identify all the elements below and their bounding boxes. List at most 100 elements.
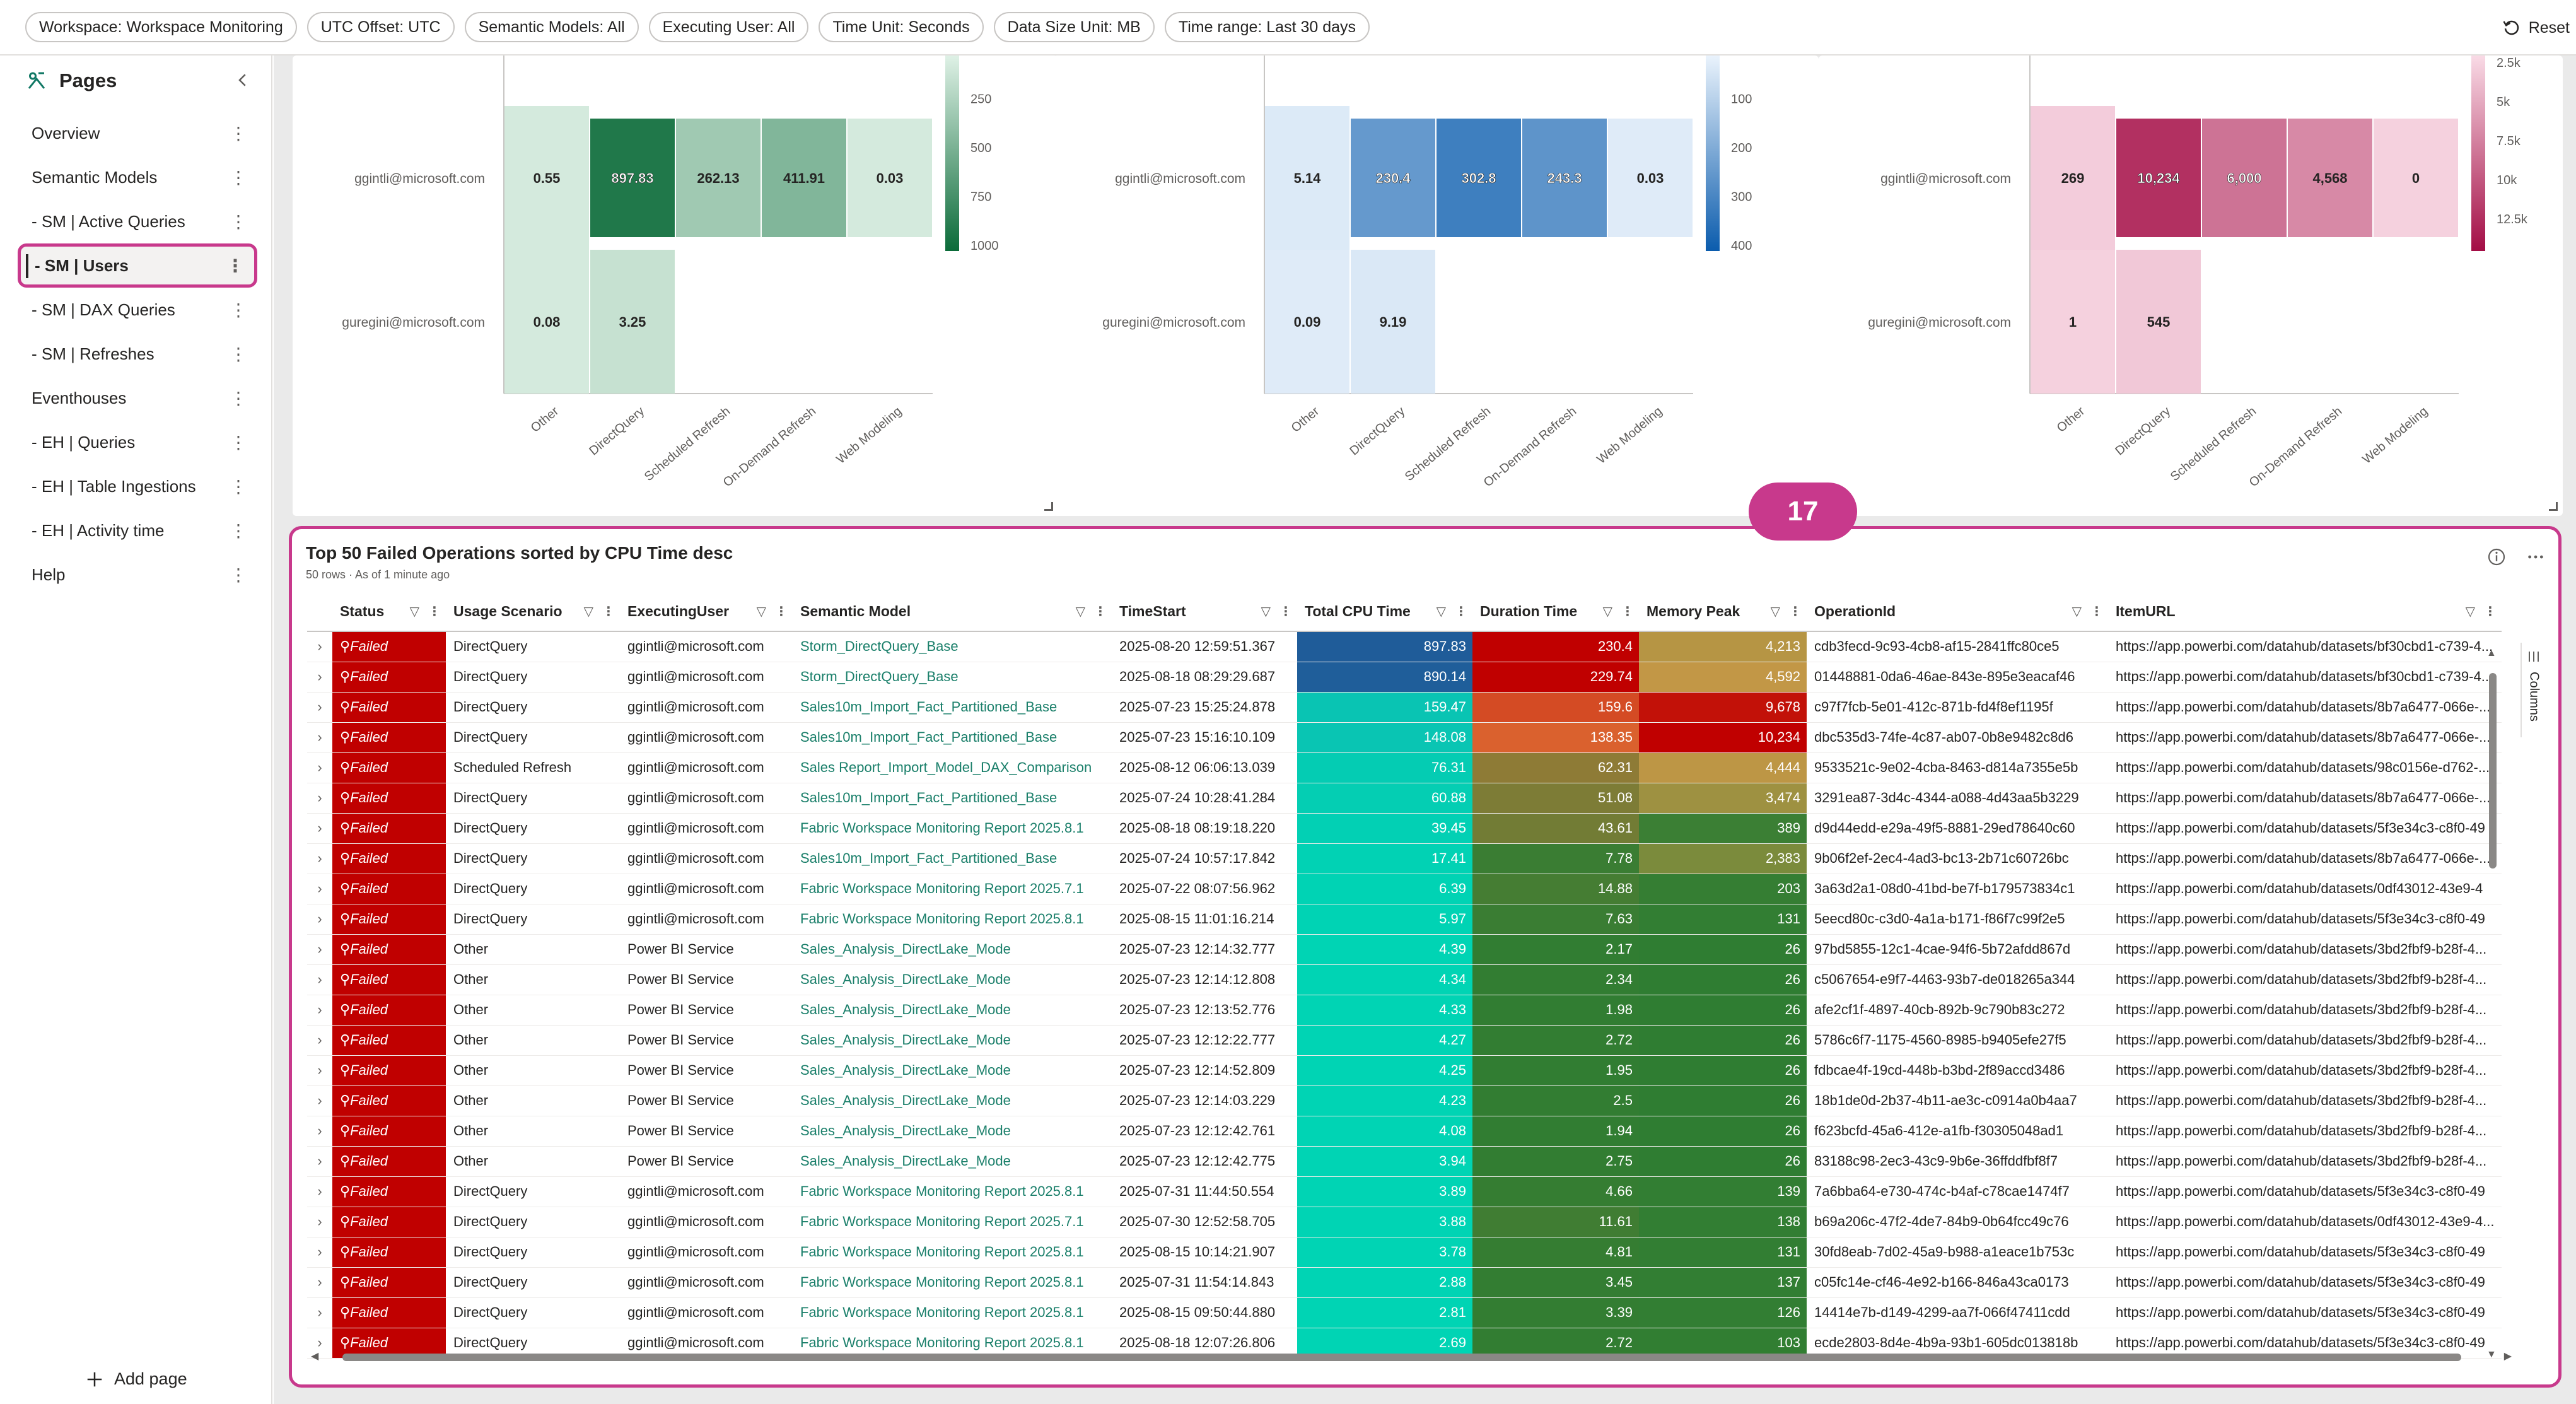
table-row[interactable]: › ⚲Failed Scheduled Refresh ggintli@microso… [307,752,2502,783]
filter-pill-data-size-unit[interactable]: Data Size Unit: MB [993,12,1155,42]
heatmap-memory-visual[interactable]: 269 10,234 6,000 4,568 0 1 545 ggintli@microsof… [1819,56,2563,516]
table-row[interactable]: › ⚲Failed Other Power BI Service Sales_Analy… [307,995,2502,1026]
filter-icon[interactable]: ▽ [757,604,766,619]
column-header-duration-time[interactable]: Duration Time ▽ ⋮ [1472,592,1639,632]
table-row[interactable]: › ⚲Failed DirectQuery ggintli@microsoft.com… [307,783,2502,814]
failed-operations-table-visual[interactable]: Top 50 Failed Operations sorted by CPU T… [289,526,2561,1388]
info-icon[interactable] [2486,547,2507,567]
table-row[interactable]: › ⚲Failed Other Power BI Service Sales_Analy… [307,1025,2502,1056]
page-item-eh-queries[interactable]: - EH | Queries ⋮ [18,420,257,464]
table-row[interactable]: › ⚲Failed DirectQuery ggintli@microsoft.com… [307,843,2502,874]
more-options-icon[interactable]: ⋮ [230,344,247,365]
page-item-eh-table-ingestions[interactable]: - EH | Table Ingestions ⋮ [18,464,257,508]
expand-row-icon[interactable]: › [307,722,332,753]
expand-row-icon[interactable]: › [307,752,332,783]
table-row[interactable]: › ⚲Failed DirectQuery ggintli@microsoft.com… [307,692,2502,723]
more-options-icon[interactable]: ⋮ [230,123,247,144]
page-item-eventhouses[interactable]: Eventhouses ⋮ [18,376,257,420]
scroll-up-icon[interactable]: ▲ [2486,648,2497,659]
table-row[interactable]: › ⚲Failed DirectQuery ggintli@microsoft.com… [307,874,2502,904]
table-row[interactable]: › ⚲Failed DirectQuery ggintli@microsoft.com… [307,1176,2502,1207]
expand-row-icon[interactable]: › [307,1176,332,1207]
more-options-icon[interactable]: ⋮ [230,432,247,453]
filter-pill-time-unit[interactable]: Time Unit: Seconds [819,12,984,42]
page-item-sm-active-queries[interactable]: - SM | Active Queries ⋮ [18,199,257,243]
resize-handle[interactable] [1044,502,1053,511]
page-item-help[interactable]: Help ⋮ [18,553,257,597]
filter-pill-semantic-models[interactable]: Semantic Models: All [464,12,639,42]
table-row[interactable]: › ⚲Failed DirectQuery ggintli@microsoft.com… [307,662,2502,693]
scrollbar-thumb[interactable] [342,1354,2461,1361]
more-options-icon[interactable]: ⋮ [1279,604,1292,619]
vertical-scrollbar[interactable]: ▲ ▼ [2486,648,2498,1360]
collapse-pane-icon[interactable] [233,71,252,90]
more-options-icon[interactable]: ⋮ [230,388,247,409]
column-header-item-url[interactable]: ItemURL ▽ ⋮ [2108,592,2502,632]
filter-pill-utc-offset[interactable]: UTC Offset: UTC [306,12,455,42]
filter-icon[interactable]: ▽ [2466,604,2475,619]
filter-icon[interactable]: ▽ [2072,604,2082,619]
table-row[interactable]: › ⚲Failed Other Power BI Service Sales_Analy… [307,934,2502,965]
table-row[interactable]: › ⚲Failed DirectQuery ggintli@microsoft.com… [307,1237,2502,1268]
columns-pane-tab[interactable]: Columns [2521,643,2546,737]
column-header-usage-scenario[interactable]: Usage Scenario ▽ ⋮ [446,592,620,632]
page-item-sm-dax-queries[interactable]: - SM | DAX Queries ⋮ [18,288,257,332]
more-options-icon[interactable]: ⋮ [602,604,615,619]
page-item-eh-activity-time[interactable]: - EH | Activity time ⋮ [18,508,257,553]
page-item-sm-users[interactable]: - SM | Users ⋮ [18,243,257,288]
more-options-icon[interactable]: ⋮ [230,167,247,188]
more-options-icon[interactable]: ⋮ [230,565,247,585]
filter-pill-workspace[interactable]: Workspace: Workspace Monitoring [25,12,297,42]
more-options-icon[interactable]: ⋮ [2484,604,2497,619]
column-header-operation-id[interactable]: OperationId ▽ ⋮ [1807,592,2108,632]
expand-row-icon[interactable]: › [307,1055,332,1086]
more-options-icon[interactable]: ⋮ [1789,604,1802,619]
heatmap-duration-visual[interactable]: 5.14 230.4 302.8 243.3 0.03 0.09 9.19 ggintli@m… [1053,56,1819,516]
add-page-button[interactable]: Add page [85,1369,187,1389]
expand-row-icon[interactable]: › [307,1267,332,1298]
column-header-memory-peak[interactable]: Memory Peak ▽ ⋮ [1639,592,1807,632]
column-header-semantic-model[interactable]: Semantic Model ▽ ⋮ [793,592,1112,632]
table-row[interactable]: › ⚲Failed Other Power BI Service Sales_Analy… [307,1146,2502,1177]
column-header-executing-user[interactable]: ExecutingUser ▽ ⋮ [620,592,793,632]
more-options-icon[interactable]: ⋮ [2090,604,2103,619]
table-row[interactable]: › ⚲Failed Other Power BI Service Sales_Analy… [307,1055,2502,1086]
expand-row-icon[interactable]: › [307,1085,332,1116]
scrollbar-thumb[interactable] [2489,673,2497,869]
expand-row-icon[interactable]: › [307,1297,332,1328]
expand-row-icon[interactable]: › [307,1207,332,1237]
expand-row-icon[interactable]: › [307,1116,332,1147]
table-row[interactable]: › ⚲Failed DirectQuery ggintli@microsoft.com… [307,813,2502,844]
table-row[interactable]: › ⚲Failed Other Power BI Service Sales_Analy… [307,1085,2502,1116]
horizontal-scrollbar[interactable]: ◀ ▶ [311,1350,2512,1363]
scroll-right-icon[interactable]: ▶ [2504,1350,2512,1362]
filter-icon[interactable]: ▽ [1771,604,1780,619]
table-row[interactable]: › ⚲Failed Other Power BI Service Sales_Analy… [307,1116,2502,1147]
table-row[interactable]: › ⚲Failed DirectQuery ggintli@microsoft.com… [307,631,2502,662]
column-header-total-cpu-time[interactable]: Total CPU Time ▽ ⋮ [1297,592,1472,632]
more-options-icon[interactable]: ⋮ [226,255,244,276]
expand-row-icon[interactable]: › [307,1237,332,1268]
column-header-status[interactable]: Status ▽ ⋮ [332,592,446,632]
filter-icon[interactable]: ▽ [1603,604,1612,619]
expand-row-icon[interactable]: › [307,631,332,662]
resize-handle[interactable] [2549,502,2558,511]
filter-icon[interactable]: ▽ [584,604,593,619]
more-options-icon[interactable]: ⋮ [775,604,788,619]
filter-pill-executing-user[interactable]: Executing User: All [648,12,809,42]
column-header-time-start[interactable]: TimeStart ▽ ⋮ [1112,592,1297,632]
table-row[interactable]: › ⚲Failed DirectQuery ggintli@microsoft.com… [307,1207,2502,1237]
table-row[interactable]: › ⚲Failed DirectQuery ggintli@microsoft.com… [307,1297,2502,1328]
table-row[interactable]: › ⚲Failed DirectQuery ggintli@microsoft.com… [307,904,2502,935]
more-options-icon[interactable]: ⋮ [1094,604,1107,619]
heatmap-cpu-visual[interactable]: 0.55 897.83 262.13 411.91 0.03 0.08 3.25 ggintl… [293,56,1058,516]
filter-icon[interactable]: ▽ [410,604,419,619]
expand-row-icon[interactable]: › [307,783,332,814]
filter-icon[interactable]: ▽ [1076,604,1085,619]
page-item-semantic-models[interactable]: Semantic Models ⋮ [18,155,257,199]
more-options-icon[interactable]: ⋮ [428,604,441,619]
expand-row-icon[interactable]: › [307,934,332,965]
more-options-icon[interactable]: ⋮ [1621,604,1634,619]
page-item-overview[interactable]: Overview ⋮ [18,111,257,155]
filter-pill-time-range[interactable]: Time range: Last 30 days [1164,12,1370,42]
